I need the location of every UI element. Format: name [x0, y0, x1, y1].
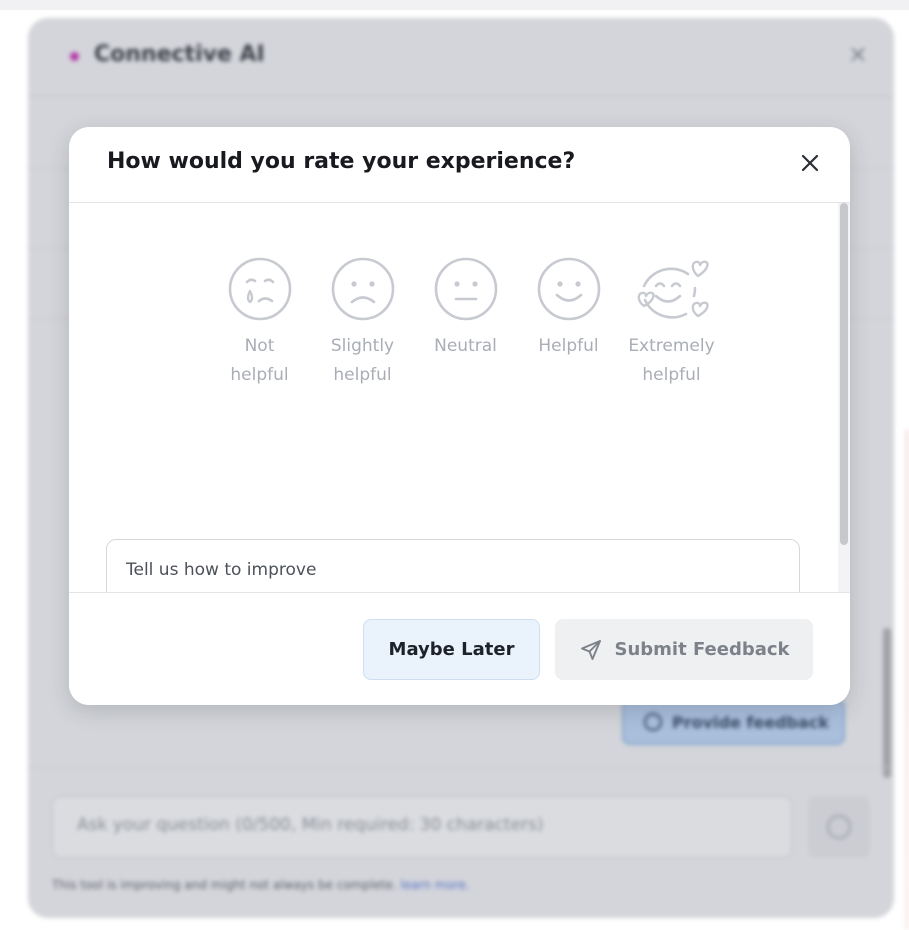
- panel-scrollbar[interactable]: [883, 628, 891, 778]
- edge-accent: [905, 430, 909, 930]
- feedback-modal: How would you rate your experience? Not …: [69, 127, 850, 705]
- rating-label-line: helpful: [230, 365, 289, 385]
- rating-label: Extremely helpful: [620, 332, 723, 390]
- crying-face-icon: [228, 257, 291, 321]
- provide-feedback-label: Provide feedback: [672, 712, 829, 732]
- maybe-later-label: Maybe Later: [388, 639, 515, 660]
- modal-footer: Maybe Later Submit Feedback: [69, 592, 850, 705]
- assistant-close-button[interactable]: ×: [848, 40, 868, 68]
- sad-face-icon: [331, 257, 394, 321]
- assistant-title: Connective AI: [94, 42, 265, 67]
- rating-label-line: Not: [244, 336, 275, 356]
- rating-label-line: Helpful: [538, 336, 599, 356]
- disclaimer-text: This tool is improving and might not alw…: [52, 878, 401, 892]
- modal-scrollbar[interactable]: [838, 203, 850, 592]
- rating-not-helpful[interactable]: Not helpful: [208, 256, 311, 390]
- provide-feedback-button[interactable]: Provide feedback: [622, 699, 845, 745]
- maybe-later-button[interactable]: Maybe Later: [363, 619, 540, 680]
- rating-label-line: Extremely: [628, 336, 715, 356]
- disclaimer: This tool is improving and might not alw…: [52, 878, 470, 892]
- rating-label: Not helpful: [208, 332, 311, 390]
- submit-feedback-label: Submit Feedback: [614, 639, 790, 660]
- rating-label-line: Neutral: [434, 336, 497, 356]
- rating-label: Slightly helpful: [311, 332, 414, 390]
- rating-options: Not helpful Slightly helpful Neutral Hel…: [208, 256, 723, 390]
- feedback-icon: [644, 713, 662, 731]
- neutral-face-icon: [434, 257, 497, 321]
- rating-label: Helpful: [517, 332, 620, 361]
- close-icon[interactable]: [798, 151, 822, 175]
- assistant-header: Connective AI ×: [28, 18, 894, 97]
- question-input[interactable]: Ask your question (0/500, Min required: …: [52, 796, 792, 858]
- modal-header: How would you rate your experience?: [69, 127, 850, 203]
- rating-label-line: Slightly: [330, 336, 395, 356]
- modal-scrollbar-thumb[interactable]: [840, 203, 848, 545]
- rating-neutral[interactable]: Neutral: [414, 256, 517, 390]
- send-icon: [827, 815, 851, 839]
- submit-feedback-button[interactable]: Submit Feedback: [555, 619, 813, 680]
- love-face-icon: [637, 260, 709, 319]
- rating-extremely-helpful[interactable]: Extremely helpful: [620, 256, 723, 390]
- rating-label: Neutral: [414, 332, 517, 361]
- improve-textarea[interactable]: Tell us how to improve: [106, 539, 800, 592]
- rating-label-line: helpful: [642, 365, 701, 385]
- send-question-button[interactable]: [808, 796, 870, 858]
- learn-more-link[interactable]: learn more.: [401, 878, 470, 892]
- modal-body: Not helpful Slightly helpful Neutral Hel…: [69, 203, 850, 592]
- rating-label-line: helpful: [333, 365, 392, 385]
- brand-dot-icon: [70, 52, 79, 61]
- modal-title: How would you rate your experience?: [107, 149, 576, 174]
- assistant-footer: Ask your question (0/500, Min required: …: [28, 767, 894, 918]
- rating-slightly-helpful[interactable]: Slightly helpful: [311, 256, 414, 390]
- rating-helpful[interactable]: Helpful: [517, 256, 620, 390]
- send-icon: [580, 639, 601, 660]
- smile-face-icon: [537, 257, 600, 321]
